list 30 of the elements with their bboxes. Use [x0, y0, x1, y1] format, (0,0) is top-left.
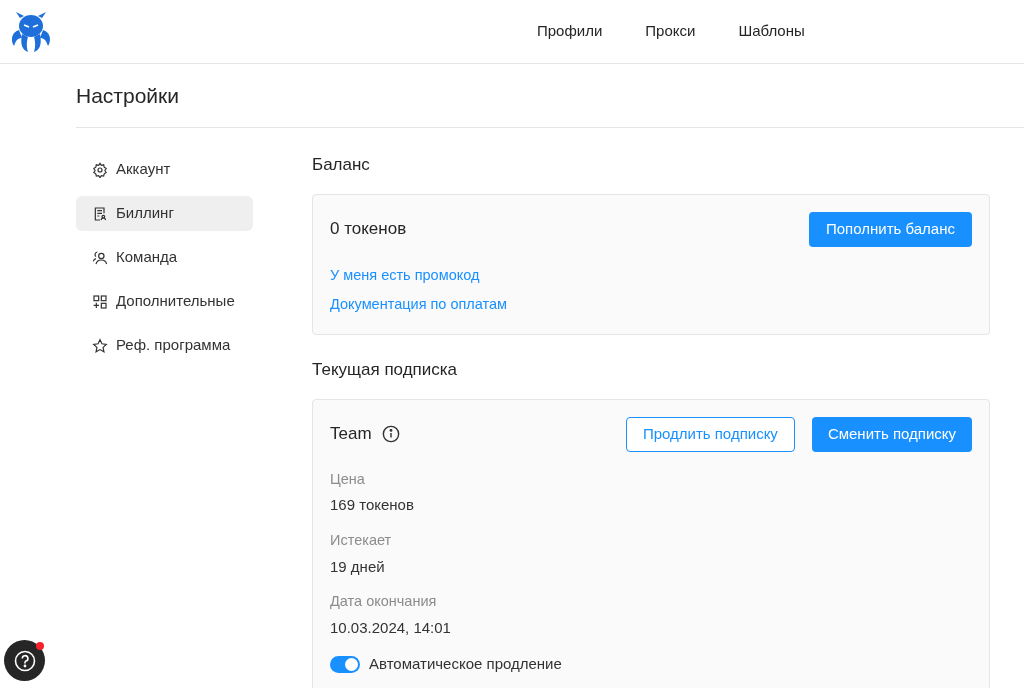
grid-plus-icon	[92, 293, 108, 310]
nav-link[interactable]: Шаблоны	[738, 20, 805, 43]
question-icon	[13, 649, 36, 672]
plan-name: Team	[330, 423, 372, 446]
toggle-switch[interactable]	[330, 656, 360, 673]
sidebar-label: Реф. программа	[116, 335, 231, 356]
sidebar-label: Аккаунт	[116, 159, 171, 180]
document-user-icon	[92, 205, 108, 222]
star-icon	[92, 337, 108, 354]
section-heading: Баланс	[312, 154, 371, 176]
page-title: Настройки	[76, 82, 179, 109]
token-balance: 0 токенов	[330, 218, 407, 241]
field-value: 19 дней	[330, 556, 386, 577]
field-label: Истекает	[330, 530, 393, 550]
sidebar-label: Дополнительные	[116, 291, 235, 312]
sidebar-label: Биллинг	[116, 203, 174, 224]
field-value: 10.03.2024, 14:01	[330, 617, 452, 638]
nav-link[interactable]: Профили	[537, 20, 603, 43]
sidebar-item[interactable]: Биллинг	[76, 196, 253, 231]
section-heading: Текущая подписка	[312, 359, 459, 381]
help-button[interactable]	[4, 640, 45, 681]
gear-icon	[92, 161, 108, 178]
toggle-label: Автоматическое продление	[369, 654, 562, 675]
field-label: Дата окончания	[330, 592, 438, 611]
info-icon[interactable]	[381, 425, 400, 443]
sidebar-label: Команда	[116, 247, 178, 268]
nav-link[interactable]: Прокси	[645, 20, 696, 43]
users-icon	[92, 249, 108, 266]
field-value: 169 токенов	[330, 495, 415, 516]
field-label: Цена	[330, 469, 366, 489]
